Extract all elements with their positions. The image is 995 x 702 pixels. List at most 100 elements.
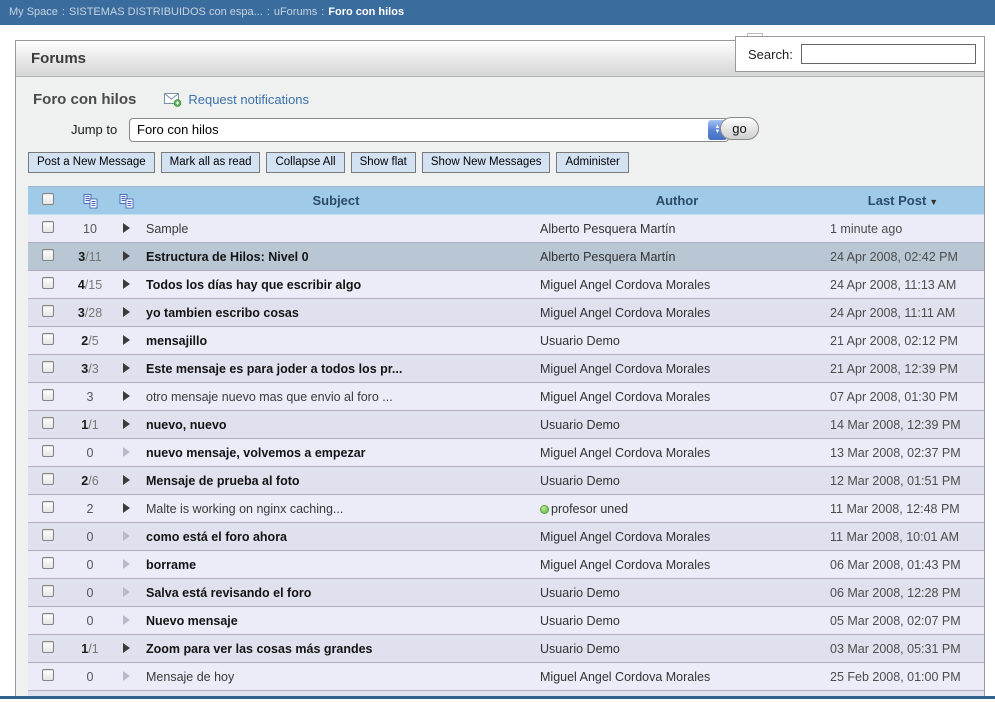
search-input[interactable] xyxy=(801,44,976,64)
thread-row[interactable]: 1/1 nuevo, nuevo Usuario Demo 14 Mar 200… xyxy=(28,411,984,439)
reply-count: 2 xyxy=(68,495,112,523)
thread-row[interactable]: 0 Salva está revisando el foro Usuario D… xyxy=(28,579,984,607)
thread-subject[interactable]: Todos los días hay que escribir algo xyxy=(140,271,532,299)
thread-row[interactable]: 2 Malte is working on nginx caching... p… xyxy=(28,495,984,523)
thread-subject[interactable]: Nuevo mensaje xyxy=(140,607,532,635)
row-checkbox[interactable] xyxy=(42,669,54,681)
toolbar-button[interactable]: Show New Messages xyxy=(422,152,551,173)
row-checkbox[interactable] xyxy=(42,557,54,569)
expand-arrow-icon[interactable] xyxy=(123,671,130,681)
thread-subject[interactable]: otro mensaje nuevo mas que envio al foro… xyxy=(140,383,532,411)
thread-subject[interactable]: Este mensaje es para joder a todos los p… xyxy=(140,355,532,383)
row-checkbox[interactable] xyxy=(42,445,54,457)
expand-arrow-icon[interactable] xyxy=(123,279,130,289)
toolbar-button[interactable]: Post a New Message xyxy=(28,152,155,173)
toolbar-button[interactable]: Collapse All xyxy=(266,152,344,173)
thread-row[interactable]: 1/1 Zoom para ver las cosas más grandes … xyxy=(28,635,984,663)
row-checkbox[interactable] xyxy=(42,277,54,289)
thread-subject[interactable]: mensajillo xyxy=(140,327,532,355)
column-header-author[interactable]: Author xyxy=(532,187,822,215)
expand-arrow-icon[interactable] xyxy=(123,363,130,373)
reply-count: 3/28 xyxy=(68,299,112,327)
row-checkbox[interactable] xyxy=(42,613,54,625)
thread-subject[interactable]: Sample xyxy=(140,215,532,243)
row-checkbox[interactable] xyxy=(42,417,54,429)
thread-subject[interactable]: Estructura de Hilos: Nivel 0 xyxy=(140,243,532,271)
thread-subject[interactable]: como está el foro ahora xyxy=(140,523,532,551)
toolbar-button[interactable]: Mark all as read xyxy=(161,152,261,173)
row-checkbox[interactable] xyxy=(42,501,54,513)
forum-jump-select[interactable]: Foro con hilos ▲▼ xyxy=(129,118,729,142)
thread-row[interactable]: 0 Mensaje de hoy Miguel Angel Cordova Mo… xyxy=(28,663,984,691)
thread-row[interactable]: 10 Sample Alberto Pesquera Martín 1 minu… xyxy=(28,215,984,243)
expand-arrow-icon[interactable] xyxy=(123,503,130,513)
expand-arrow-icon[interactable] xyxy=(123,587,130,597)
thread-author: Usuario Demo xyxy=(532,607,822,635)
thread-subject[interactable]: Zoom para ver las cosas más grandes xyxy=(140,635,532,663)
expand-arrow-icon[interactable] xyxy=(123,475,130,485)
thread-row[interactable]: 3/3 Este mensaje es para joder a todos l… xyxy=(28,355,984,383)
expand-arrow-icon[interactable] xyxy=(123,615,130,625)
toolbar-button[interactable]: Show flat xyxy=(351,152,416,173)
jump-row: Jump to Foro con hilos ▲▼ go xyxy=(16,117,984,143)
main-panel: Forums Foro con hilos Request notificati… xyxy=(15,40,985,702)
row-checkbox[interactable] xyxy=(42,221,54,233)
expand-arrow-icon[interactable] xyxy=(123,531,130,541)
thread-row[interactable]: 4/15 Todos los días hay que escribir alg… xyxy=(28,271,984,299)
thread-subject[interactable]: Mensaje de prueba al foto xyxy=(140,467,532,495)
thread-subject[interactable]: Salva está revisando el foro xyxy=(140,579,532,607)
row-checkbox[interactable] xyxy=(42,333,54,345)
thread-author: Usuario Demo xyxy=(532,635,822,663)
expand-arrow-icon[interactable] xyxy=(123,223,130,233)
thread-row[interactable]: 3/11 Estructura de Hilos: Nivel 0 Albert… xyxy=(28,243,984,271)
request-notifications-label: Request notifications xyxy=(188,92,309,107)
expand-arrow-icon[interactable] xyxy=(123,335,130,345)
row-checkbox[interactable] xyxy=(42,529,54,541)
thread-last-post: 21 Apr 2008, 12:39 PM xyxy=(822,355,984,383)
thread-subject[interactable]: borrame xyxy=(140,551,532,579)
reply-count: 0 xyxy=(68,439,112,467)
thread-row[interactable]: 3 otro mensaje nuevo mas que envio al fo… xyxy=(28,383,984,411)
breadcrumb-link[interactable]: uForums xyxy=(274,6,317,18)
thread-subject[interactable]: yo tambien escribo cosas xyxy=(140,299,532,327)
column-header-subject[interactable]: Subject xyxy=(140,187,532,215)
row-checkbox[interactable] xyxy=(42,585,54,597)
select-all-checkbox[interactable] xyxy=(42,193,54,205)
thread-subject[interactable]: Mensaje de hoy xyxy=(140,663,532,691)
expand-arrow-icon[interactable] xyxy=(123,251,130,261)
thread-row[interactable]: 3/28 yo tambien escribo cosas Miguel Ang… xyxy=(28,299,984,327)
expand-arrow-icon[interactable] xyxy=(123,391,130,401)
thread-row[interactable]: 0 nuevo mensaje, volvemos a empezar Migu… xyxy=(28,439,984,467)
reply-count: 2/5 xyxy=(68,327,112,355)
reply-count: 0 xyxy=(68,663,112,691)
column-header-last-post[interactable]: Last Post▼ xyxy=(822,187,984,215)
breadcrumb-link[interactable]: My Space xyxy=(9,6,58,18)
row-checkbox[interactable] xyxy=(42,305,54,317)
sort-desc-icon: ▼ xyxy=(929,197,938,207)
row-checkbox[interactable] xyxy=(42,249,54,261)
expand-arrow-icon[interactable] xyxy=(123,419,130,429)
thread-subject[interactable]: nuevo, nuevo xyxy=(140,411,532,439)
thread-row[interactable]: 0 como está el foro ahora Miguel Angel C… xyxy=(28,523,984,551)
thread-row[interactable]: 2/6 Mensaje de prueba al foto Usuario De… xyxy=(28,467,984,495)
thread-subject[interactable]: Malte is working on nginx caching... xyxy=(140,495,532,523)
row-checkbox[interactable] xyxy=(42,641,54,653)
expand-arrow-icon[interactable] xyxy=(123,559,130,569)
expand-arrow-icon[interactable] xyxy=(123,447,130,457)
reply-count: 2/6 xyxy=(68,467,112,495)
breadcrumb-link[interactable]: SISTEMAS DISTRIBUIDOS con espa... xyxy=(69,6,263,18)
thread-row[interactable]: 0 Nuevo mensaje Usuario Demo 05 Mar 2008… xyxy=(28,607,984,635)
request-notifications-link[interactable]: Request notifications xyxy=(164,92,309,107)
thread-row[interactable]: 2/5 mensajillo Usuario Demo 21 Apr 2008,… xyxy=(28,327,984,355)
expand-arrow-icon[interactable] xyxy=(123,307,130,317)
breadcrumb-separator: : xyxy=(263,6,274,18)
row-checkbox[interactable] xyxy=(42,361,54,373)
expand-arrow-icon[interactable] xyxy=(123,643,130,653)
toolbar-button[interactable]: Administer xyxy=(556,152,628,173)
envelope-add-icon xyxy=(164,93,182,107)
thread-row[interactable]: 0 borrame Miguel Angel Cordova Morales 0… xyxy=(28,551,984,579)
thread-subject[interactable]: nuevo mensaje, volvemos a empezar xyxy=(140,439,532,467)
go-button[interactable]: go xyxy=(720,117,759,140)
row-checkbox[interactable] xyxy=(42,473,54,485)
row-checkbox[interactable] xyxy=(42,389,54,401)
